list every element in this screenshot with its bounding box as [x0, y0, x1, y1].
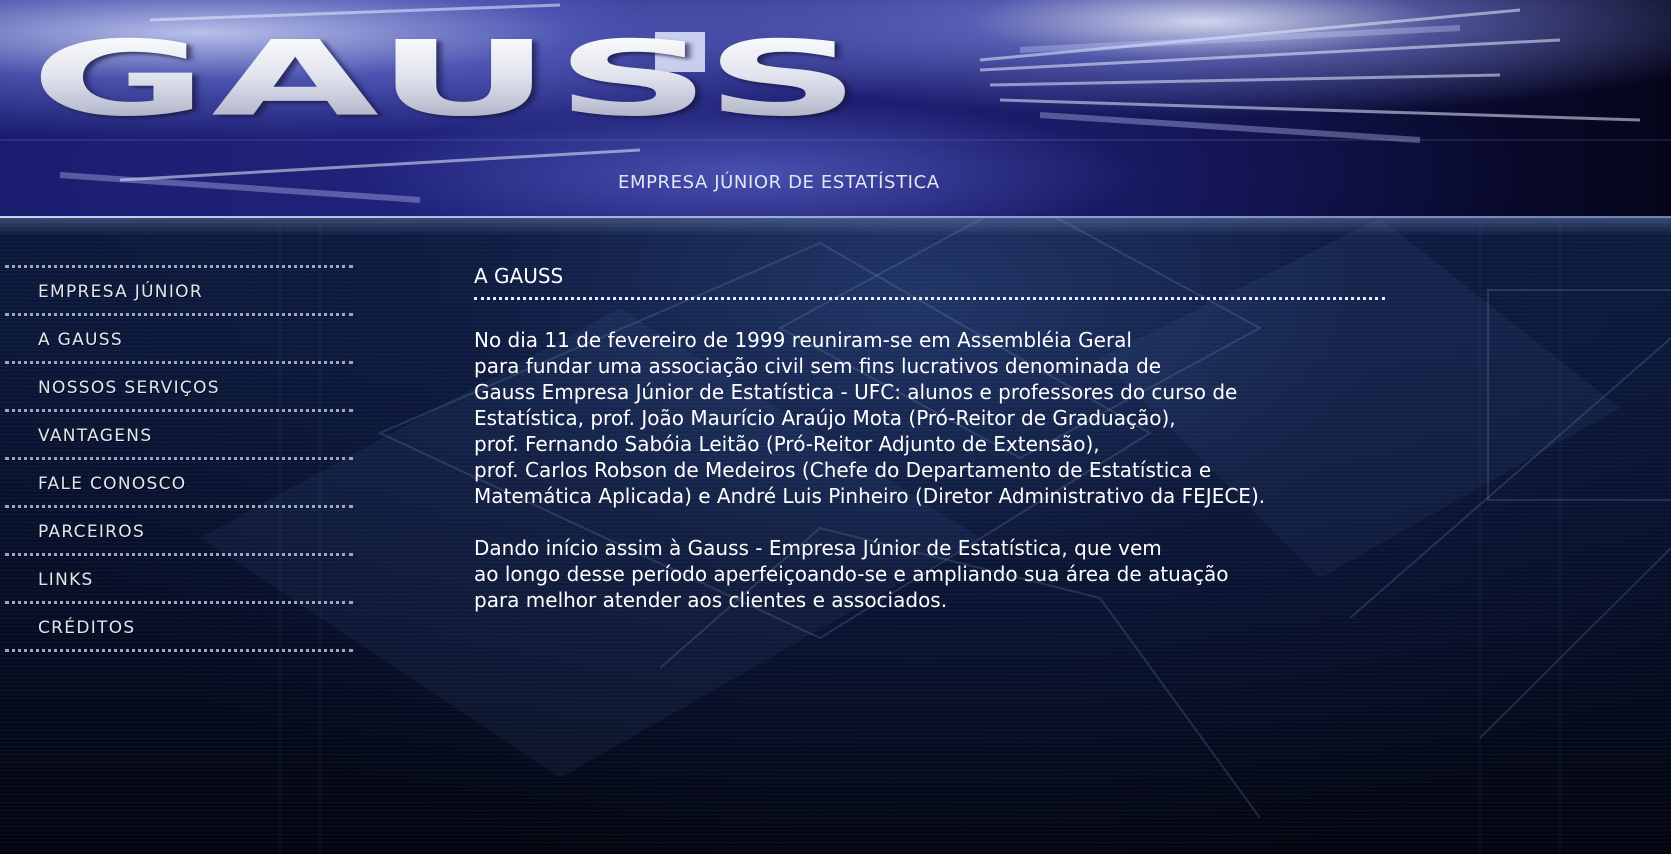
sidebar-nav: EMPRESA JÚNIOR A GAUSS NOSSOS SERVIÇOS V…: [5, 265, 353, 652]
nav-item-vantagens[interactable]: VANTAGENS: [5, 412, 353, 457]
nav-divider: [5, 601, 353, 604]
nav-item-creditos[interactable]: CRÉDITOS: [5, 604, 353, 649]
nav-divider: [5, 313, 353, 316]
content-paragraph: Dando início assim à Gauss - Empresa Jún…: [474, 536, 1229, 612]
nav-divider: [5, 553, 353, 556]
nav-item-links[interactable]: LINKS: [5, 556, 353, 601]
page-title: A GAUSS: [474, 264, 564, 288]
page: GAUSS EMPRESA JÚNIOR DE ESTATÍSTICA EMPR…: [0, 0, 1671, 854]
nav-item-a-gauss[interactable]: A GAUSS: [5, 316, 353, 361]
nav-divider: [5, 457, 353, 460]
logo-subtitle: EMPRESA JÚNIOR DE ESTATÍSTICA: [618, 172, 940, 193]
nav-divider: [5, 361, 353, 364]
nav-item-nossos-servicos[interactable]: NOSSOS SERVIÇOS: [5, 364, 353, 409]
nav-divider: [5, 505, 353, 508]
nav-item-fale-conosco[interactable]: FALE CONOSCO: [5, 460, 353, 505]
gauss-logo: GAUSS: [30, 19, 864, 140]
main-content: A GAUSS No dia 11 de fevereiro de 1999 r…: [474, 262, 1474, 613]
nav-divider: [5, 649, 353, 652]
header-banner: GAUSS EMPRESA JÚNIOR DE ESTATÍSTICA: [0, 0, 1671, 218]
nav-item-empresa-junior[interactable]: EMPRESA JÚNIOR: [5, 268, 353, 313]
header-shadow: [0, 218, 1671, 236]
nav-divider: [5, 265, 353, 268]
title-divider: [474, 297, 1385, 300]
nav-divider: [5, 409, 353, 412]
content-paragraph: No dia 11 de fevereiro de 1999 reuniram-…: [474, 328, 1266, 508]
nav-item-parceiros[interactable]: PARCEIROS: [5, 508, 353, 553]
